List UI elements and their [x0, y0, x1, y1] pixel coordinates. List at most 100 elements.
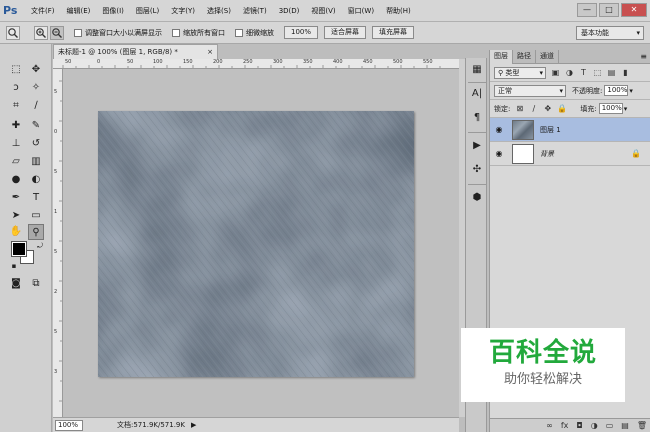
zoom-100-button[interactable]: 100%	[284, 26, 319, 39]
layer-thumbnail	[512, 143, 534, 164]
close-button[interactable]: ✕	[621, 3, 647, 17]
chevron-down-icon[interactable]: ▾	[624, 105, 628, 113]
clone-stamp-icon[interactable]: ⊥	[8, 136, 24, 152]
tab-channels[interactable]: 通道	[536, 50, 559, 64]
lasso-tool-icon[interactable]: ↄ	[8, 80, 24, 96]
eye-icon[interactable]: ◉	[494, 149, 504, 158]
lock-transparency-icon[interactable]: ⊠	[515, 104, 524, 113]
maximize-button[interactable]: □	[599, 3, 619, 17]
new-layer-icon[interactable]: ▤	[621, 421, 629, 430]
status-menu-arrow[interactable]: ▶	[191, 421, 196, 429]
layer-row-background[interactable]: ◉ 背景 🔒	[490, 142, 650, 166]
eyedropper-icon[interactable]: ∕	[28, 98, 44, 114]
type-filter-icon[interactable]: T	[579, 68, 588, 77]
filter-kind-select[interactable]: ⚲ 类型 ▾	[494, 66, 546, 79]
layer-style-icon[interactable]: fx	[561, 421, 569, 430]
brush-presets-icon[interactable]: ✣	[469, 162, 485, 178]
document-canvas[interactable]	[98, 111, 414, 377]
close-tab-icon[interactable]: ×	[207, 45, 213, 59]
paragraph-panel-icon[interactable]: ¶	[469, 110, 485, 126]
zoom-all-checkbox[interactable]	[172, 28, 180, 37]
fill-screen-button[interactable]: 填充屏幕	[372, 26, 415, 39]
brush-tool-icon[interactable]: ✎	[28, 118, 44, 134]
tab-paths[interactable]: 路径	[513, 50, 536, 64]
blur-tool-icon[interactable]: ●	[8, 172, 24, 188]
resize-windows-checkbox[interactable]	[74, 28, 82, 37]
zoom-in-icon[interactable]	[34, 25, 48, 40]
3d-panel-icon[interactable]: ⬢	[469, 190, 485, 206]
shape-filter-icon[interactable]: ⬚	[593, 68, 602, 77]
quick-mask-icon[interactable]: ◙	[8, 276, 24, 292]
screen-mode-icon[interactable]: ⧉	[28, 276, 44, 292]
actions-panel-icon[interactable]: ▶	[469, 138, 485, 154]
adjustment-layer-icon[interactable]: ◑	[591, 421, 598, 430]
menu-filter[interactable]: 滤镜(T)	[243, 6, 267, 16]
menu-bar: Ps 文件(F) 编辑(E) 图像(I) 图层(L) 文字(Y) 选择(S) 滤…	[0, 0, 650, 22]
default-colors-icon[interactable]: ▪	[6, 258, 22, 274]
foreground-color-swatch[interactable]	[11, 241, 27, 257]
marquee-tool-icon[interactable]: ⬚	[8, 62, 24, 78]
chevron-down-icon[interactable]: ▾	[629, 87, 633, 95]
tab-layers[interactable]: 图层	[490, 50, 513, 64]
scrubby-zoom-checkbox[interactable]	[235, 28, 243, 37]
minimize-button[interactable]: —	[577, 3, 597, 17]
menu-3d[interactable]: 3D(D)	[279, 7, 300, 15]
trash-icon[interactable]: 🗑	[637, 421, 647, 430]
healing-brush-icon[interactable]: ✚	[8, 118, 24, 134]
swap-colors-icon[interactable]: ⤾	[32, 238, 48, 254]
history-brush-icon[interactable]: ↺	[28, 136, 44, 152]
character-panel-icon[interactable]: A|	[469, 86, 485, 102]
rectangle-tool-icon[interactable]: ▭	[28, 208, 44, 224]
opacity-field[interactable]: 100%	[604, 85, 629, 96]
crop-tool-icon[interactable]: ⌗	[8, 98, 24, 114]
menu-window[interactable]: 窗口(W)	[348, 6, 374, 16]
magic-wand-icon[interactable]: ✧	[28, 80, 44, 96]
zoom-tool-preset-icon[interactable]	[6, 25, 20, 40]
fill-field[interactable]: 100%	[598, 103, 623, 114]
menu-file[interactable]: 文件(F)	[31, 6, 55, 16]
gradient-tool-icon[interactable]: ▥	[28, 154, 44, 170]
blend-row: 正常 ▾ 不透明度: 100% ▾	[490, 82, 650, 100]
eraser-tool-icon[interactable]: ▱	[8, 154, 24, 170]
search-icon: ⚲	[498, 68, 504, 77]
menu-view[interactable]: 视图(V)	[311, 6, 335, 16]
resize-windows-label: 调整窗口大小以满屏显示	[85, 28, 162, 37]
path-selection-icon[interactable]: ➤	[8, 208, 24, 224]
link-layers-icon[interactable]: ∞	[546, 421, 553, 430]
history-panel-icon[interactable]: ▦	[469, 62, 485, 78]
workspace-select[interactable]: 基本功能 ▾	[576, 26, 644, 40]
move-tool-icon[interactable]: ✥	[28, 62, 44, 78]
ruler-tick: 300	[273, 59, 283, 65]
ruler-tick: 50	[127, 59, 134, 65]
eye-icon[interactable]: ◉	[494, 125, 504, 134]
pen-tool-icon[interactable]: ✒	[8, 190, 24, 206]
zoom-level-field[interactable]: 100%	[55, 419, 83, 431]
ruler-tick: 550	[423, 59, 433, 65]
adjustment-filter-icon[interactable]: ◑	[565, 68, 574, 77]
menu-layer[interactable]: 图层(L)	[136, 6, 159, 16]
lock-all-icon[interactable]: 🔒	[557, 104, 567, 113]
panel-menu-icon[interactable]: ≡	[640, 52, 647, 61]
menu-help[interactable]: 帮助(H)	[386, 6, 411, 16]
menu-type[interactable]: 文字(Y)	[171, 6, 195, 16]
canvas-area[interactable]	[63, 69, 459, 417]
filter-toggle-icon[interactable]: ▮	[621, 68, 630, 77]
ruler-tick: 250	[243, 59, 253, 65]
lock-position-icon[interactable]: ✥	[543, 104, 552, 113]
fit-screen-button[interactable]: 适合屏幕	[324, 26, 367, 39]
layer-row-layer1[interactable]: ◉ 图层 1	[490, 118, 650, 142]
zoom-out-icon[interactable]	[50, 25, 64, 40]
menu-select[interactable]: 选择(S)	[207, 6, 231, 16]
pixel-filter-icon[interactable]: ▣	[551, 68, 560, 77]
new-group-icon[interactable]: ▭	[606, 421, 614, 430]
menu-image[interactable]: 图像(I)	[102, 6, 124, 16]
layer-mask-icon[interactable]: ◘	[576, 421, 582, 430]
blend-mode-select[interactable]: 正常 ▾	[494, 84, 566, 97]
document-tab[interactable]: 未标题-1 @ 100% (图层 1, RGB/8) * ×	[53, 44, 218, 59]
type-tool-icon[interactable]: T	[28, 190, 44, 206]
hand-tool-icon[interactable]: ✋	[8, 224, 24, 240]
dodge-tool-icon[interactable]: ◐	[28, 172, 44, 188]
menu-edit[interactable]: 编辑(E)	[67, 6, 91, 16]
smart-object-filter-icon[interactable]: ▤	[607, 68, 616, 77]
lock-pixels-icon[interactable]: ∕	[529, 104, 538, 113]
